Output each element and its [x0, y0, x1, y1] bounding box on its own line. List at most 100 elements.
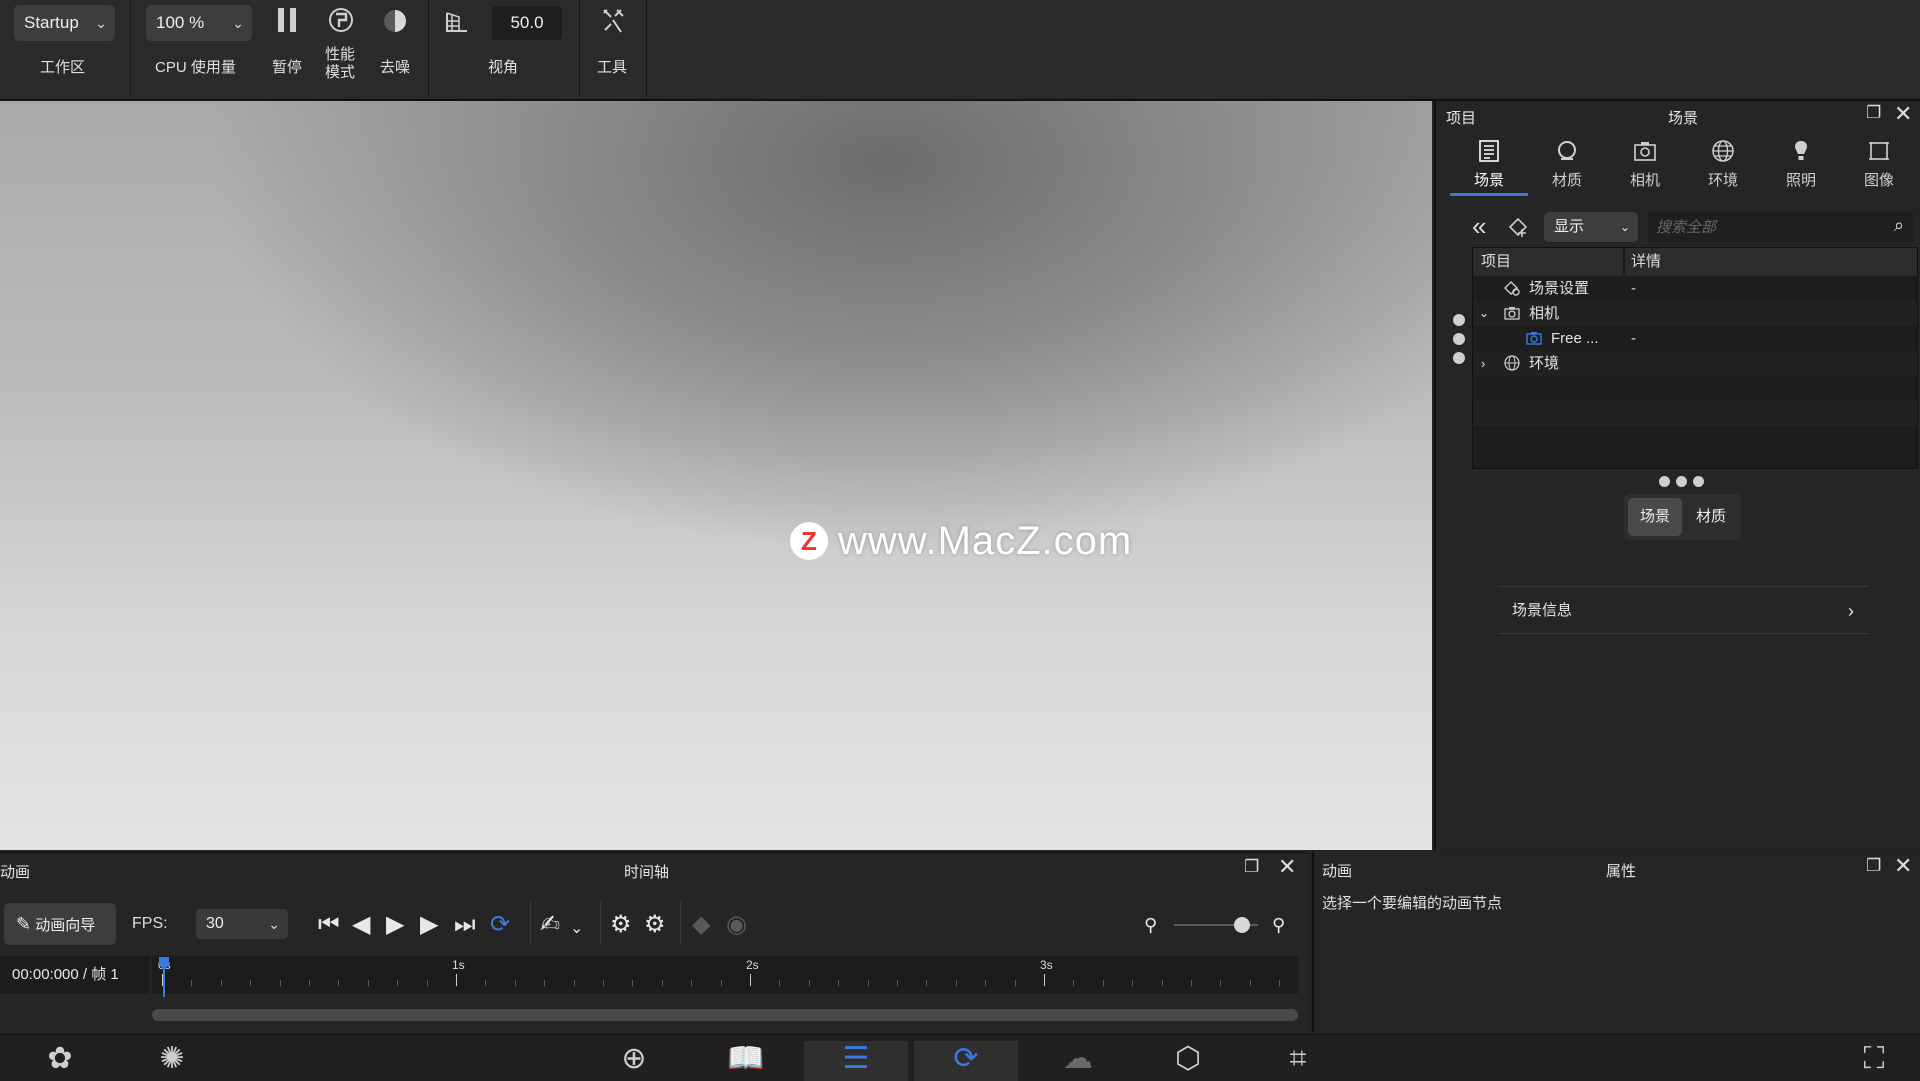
render-icon[interactable]: ✺ — [142, 1039, 202, 1079]
fps-value: 30 — [206, 915, 224, 932]
project-list-icon[interactable]: ☰ — [826, 1039, 886, 1079]
ruler-minor-tick — [514, 980, 516, 986]
animation-icon[interactable]: ⟳ — [936, 1039, 996, 1079]
loop-icon[interactable]: ⟳ — [490, 911, 510, 939]
tab-material-label: 材质 — [1551, 172, 1582, 189]
skip-to-end-icon[interactable]: ⏭ — [454, 911, 476, 939]
region-render-icon[interactable]: ⛶ — [1844, 1039, 1904, 1079]
bulb-icon — [1768, 139, 1834, 167]
tree-row-detail: - — [1631, 280, 1636, 297]
denoise-label: 去噪 — [380, 59, 411, 76]
tab-lighting[interactable]: 照明 — [1768, 139, 1834, 190]
search-icon[interactable]: ⌕ — [1894, 215, 1904, 236]
close-icon[interactable]: ✕ — [1894, 101, 1912, 127]
zoom-in-icon[interactable]: ⚲ — [1272, 911, 1285, 939]
properties-title: 属性 — [1606, 863, 1637, 880]
ruler-minor-tick — [1279, 980, 1281, 986]
preview-settings-icon[interactable]: ⚙ — [644, 911, 666, 939]
ruler-minor-tick — [309, 980, 310, 986]
time-readout: 00:00:000 / 帧 1 — [0, 956, 150, 994]
panel-drag-handle[interactable] — [1452, 313, 1466, 369]
tree-header-item[interactable]: 项目 — [1473, 248, 1623, 276]
ruler-label: 1s — [452, 958, 465, 972]
model-cube-icon[interactable]: ⬡ — [1158, 1039, 1218, 1079]
fps-dropdown[interactable]: 30 ⌄ — [196, 909, 288, 939]
play-icon[interactable]: ▶︎ — [386, 911, 404, 939]
toggle-scene[interactable]: 场景 — [1628, 498, 1682, 536]
add-library-icon[interactable]: ⊕ — [604, 1039, 664, 1079]
step-back-icon[interactable]: ◀︎ — [352, 911, 370, 939]
tools-icon[interactable] — [598, 6, 628, 43]
popout-window-icon[interactable]: ❐ — [1866, 103, 1881, 123]
performance-mode-icon[interactable] — [326, 6, 356, 41]
scene-material-toggle: 场景 材质 — [1624, 494, 1742, 540]
playhead[interactable] — [158, 957, 170, 997]
properties-panel-title: 动画 — [1322, 863, 1353, 880]
add-keyframe-icon: ◆ — [692, 911, 711, 938]
zoom-slider-thumb[interactable] — [1234, 917, 1250, 933]
tab-camera[interactable]: 相机 — [1612, 139, 1678, 190]
ruler-minor-tick — [603, 980, 604, 986]
gear-icon[interactable]: ⚙ — [610, 911, 632, 939]
ruler-label: 2s — [746, 958, 759, 972]
display-filter-dropdown[interactable]: 显示 ⌄ — [1544, 212, 1638, 242]
image-frame-icon — [1846, 139, 1912, 167]
tab-image[interactable]: 图像 — [1846, 139, 1912, 190]
workspace-dropdown[interactable]: Startup ⌄ — [14, 5, 115, 41]
tab-image-label: 图像 — [1863, 172, 1894, 189]
cpu-usage-dropdown[interactable]: 100 % ⌄ — [146, 5, 252, 41]
tree-header-detail[interactable]: 详情 — [1625, 248, 1917, 276]
cloud-render-icon[interactable]: ☁ — [1048, 1039, 1108, 1079]
ruler-minor-tick — [720, 980, 722, 986]
timeline-ruler[interactable]: 0s1s2s3s — [152, 956, 1298, 994]
tree-row-environment[interactable]: › 环境 — [1473, 351, 1917, 376]
splitter-handle[interactable] — [1656, 474, 1707, 491]
tab-material[interactable]: 材质 — [1534, 139, 1600, 190]
tree-row-free-camera[interactable]: Free ... - — [1473, 326, 1917, 351]
tab-scene[interactable]: 场景 — [1456, 139, 1522, 190]
render-viewport[interactable] — [0, 101, 1432, 850]
skip-to-start-icon[interactable]: ⏮ — [318, 911, 340, 939]
ruler-minor-tick — [1249, 980, 1251, 986]
close-icon[interactable]: ✕ — [1278, 854, 1296, 880]
zoom-out-icon[interactable]: ⚲ — [1144, 911, 1157, 939]
scene-info-row[interactable]: 场景信息 › — [1498, 586, 1868, 634]
close-icon[interactable]: ✕ — [1894, 853, 1912, 879]
wizard-icon: ✎ — [16, 914, 32, 934]
denoise-icon[interactable] — [380, 8, 410, 41]
filter-nodes-icon[interactable] — [1506, 213, 1532, 243]
ruler-minor-tick — [985, 980, 987, 986]
collapse-double-chevron-icon[interactable]: « — [1472, 211, 1486, 241]
animation-wizard-label: 动画向导 — [35, 917, 96, 934]
chevron-down-icon[interactable]: ⌄ — [570, 915, 583, 943]
toggle-material[interactable]: 材质 — [1684, 498, 1738, 536]
ruler-minor-tick — [191, 980, 193, 986]
tree-row-camera[interactable]: ⌄ 相机 — [1473, 301, 1917, 326]
tab-environment[interactable]: 环境 — [1690, 139, 1756, 190]
screenshot-icon[interactable]: ⌗ — [1268, 1039, 1328, 1079]
properties-panel: 动画 属性 ❐ ✕ 选择一个要编辑的动画节点 — [1312, 852, 1920, 1032]
performance-mode-label-2: 模式 — [325, 64, 356, 81]
active-tab-indicator — [1450, 193, 1528, 196]
fov-input[interactable]: 50.0 — [492, 6, 562, 40]
ruler-minor-tick — [926, 980, 928, 986]
project-icon[interactable]: ✿ — [30, 1039, 90, 1079]
tab-camera-label: 相机 — [1629, 172, 1660, 189]
popout-window-icon[interactable]: ❐ — [1244, 857, 1259, 877]
record-icon: ◉ — [726, 911, 747, 938]
search-input[interactable] — [1648, 212, 1914, 242]
popout-window-icon[interactable]: ❐ — [1866, 856, 1881, 876]
ruler-minor-tick — [573, 980, 575, 986]
ruler-minor-tick — [367, 980, 369, 986]
step-forward-icon[interactable]: ▶︎ — [420, 911, 438, 939]
chevron-down-icon[interactable]: ⌄ — [1479, 301, 1489, 326]
timeline-scrollbar[interactable] — [152, 1009, 1298, 1021]
animation-wizard-button[interactable]: ✎ 动画向导 — [4, 903, 116, 945]
pause-icon[interactable] — [272, 6, 302, 41]
view-angle-icon[interactable] — [442, 8, 472, 41]
ruler-major-tick — [1044, 974, 1045, 986]
library-book-icon[interactable]: 📖 — [716, 1039, 776, 1079]
tree-row-scene-settings[interactable]: 场景设置 - — [1473, 276, 1917, 301]
chevron-right-icon[interactable]: › — [1481, 351, 1485, 376]
keyframe-curve-icon[interactable]: ✍ — [540, 911, 560, 939]
